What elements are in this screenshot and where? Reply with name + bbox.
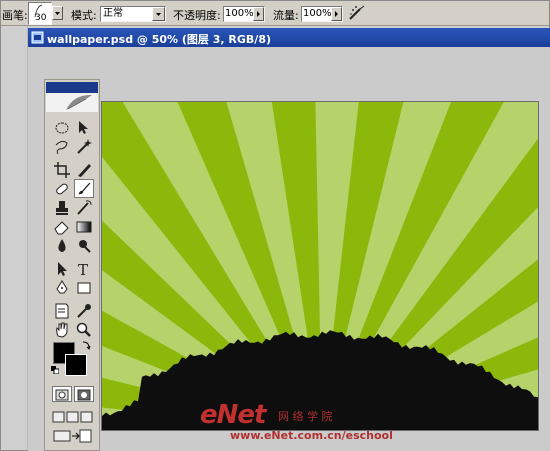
brush-label: 画笔: (2, 9, 28, 22)
brush-dropdown-button[interactable] (52, 6, 63, 20)
left-dock-strip (1, 26, 28, 450)
flow-value: 100% (303, 8, 332, 19)
history-brush-icon (77, 200, 92, 215)
type-icon: T (78, 261, 88, 278)
lasso-icon (55, 140, 68, 155)
healing-brush-tool[interactable] (52, 179, 72, 198)
marquee-icon (55, 122, 69, 134)
chevron-right-icon (335, 11, 338, 17)
notes-icon (55, 303, 69, 319)
chevron-right-icon (257, 11, 260, 17)
mode-value: 正常 (103, 8, 123, 19)
crop-icon (54, 162, 70, 178)
toolbox: T (44, 79, 100, 451)
airbrush-icon (349, 5, 365, 20)
eyedropper-icon (77, 304, 91, 318)
slice-icon (78, 164, 91, 177)
dodge-tool[interactable] (74, 236, 94, 255)
path-select-icon (58, 262, 67, 276)
toolbox-header[interactable] (46, 82, 98, 112)
flow-slider-button[interactable] (331, 7, 342, 21)
document-title: wallpaper.psd @ 50% (图层 3, RGB/8) (47, 33, 272, 46)
magic-wand-icon (77, 139, 92, 154)
quick-mask-icon (77, 389, 91, 401)
flow-field[interactable]: 100% (301, 6, 343, 22)
document-icon (31, 31, 44, 44)
chevron-down-icon (55, 12, 60, 15)
type-tool[interactable]: T (74, 259, 94, 278)
default-colors-icon[interactable] (51, 366, 59, 374)
path-select-tool[interactable] (52, 259, 72, 278)
mode-dropdown-button[interactable] (152, 7, 165, 21)
watermark-logo: eNet (200, 400, 266, 430)
screen-mode-icon (52, 411, 93, 423)
watermark-url: www.eNet.com.cn/eschool (230, 429, 393, 442)
mode-select[interactable]: 正常 (100, 6, 166, 22)
gradient-tool[interactable] (74, 217, 94, 236)
svg-text:T: T (78, 261, 88, 278)
history-brush-tool[interactable] (74, 198, 94, 217)
notes-tool[interactable] (52, 301, 72, 320)
gradient-icon (76, 221, 92, 233)
chevron-down-icon (156, 13, 161, 16)
pen-icon (56, 280, 68, 294)
document-canvas[interactable] (101, 101, 539, 431)
opacity-slider-button[interactable] (253, 7, 264, 21)
background-color-swatch[interactable] (65, 354, 87, 376)
pen-tool[interactable] (52, 278, 72, 297)
move-icon (79, 121, 88, 134)
standard-mode-icon (55, 389, 69, 401)
opacity-value: 100% (225, 8, 254, 19)
lasso-tool[interactable] (52, 137, 72, 156)
document-title-bar[interactable]: wallpaper.psd @ 50% (图层 3, RGB/8) (28, 28, 550, 47)
flow-label: 流量: (273, 9, 299, 22)
opacity-label: 不透明度: (173, 9, 221, 22)
brush-tool[interactable] (74, 179, 94, 198)
options-bar: 画笔: 30 模式: 正常 不透明度: 100% 流量: 100% (1, 1, 549, 26)
slice-tool[interactable] (74, 160, 94, 179)
brush-icon (78, 182, 91, 195)
swap-colors-icon[interactable] (81, 340, 91, 350)
opacity-field[interactable]: 100% (223, 6, 265, 22)
imageready-icon (53, 429, 92, 443)
eraser-tool[interactable] (52, 217, 72, 236)
quick-mask-button[interactable] (74, 386, 94, 402)
blur-tool[interactable] (52, 236, 72, 255)
blur-icon (58, 239, 66, 252)
eraser-icon (54, 221, 69, 235)
hand-tool[interactable] (52, 320, 72, 339)
canvas-artwork (102, 102, 538, 430)
enet-watermark: eNet 网 络 学 院 www.eNet.com.cn/eschool (200, 398, 500, 448)
brush-preset-picker[interactable]: 30 (28, 2, 52, 25)
zoom-tool[interactable] (74, 320, 94, 339)
photoshop-feather-icon (46, 82, 98, 112)
airbrush-button[interactable] (347, 4, 367, 22)
screen-mode-group[interactable] (51, 408, 93, 423)
shape-tool[interactable] (74, 278, 94, 297)
eyedropper-tool[interactable] (74, 301, 94, 320)
marquee-tool[interactable] (52, 118, 72, 137)
brush-size: 30 (35, 13, 47, 23)
hand-icon (56, 322, 68, 338)
clone-stamp-icon (56, 201, 68, 215)
magic-wand-tool[interactable] (74, 137, 94, 156)
dodge-icon (79, 240, 91, 253)
watermark-tagline: 网 络 学 院 (278, 410, 333, 423)
standard-mode-button[interactable] (52, 386, 72, 402)
shape-icon (77, 282, 91, 294)
mode-label: 模式: (71, 9, 97, 22)
zoom-icon (76, 322, 91, 337)
healing-brush-icon (56, 183, 68, 195)
clone-stamp-tool[interactable] (52, 198, 72, 217)
move-tool[interactable] (74, 118, 94, 137)
jump-to-imageready-button[interactable] (51, 428, 93, 444)
crop-tool[interactable] (52, 160, 72, 179)
